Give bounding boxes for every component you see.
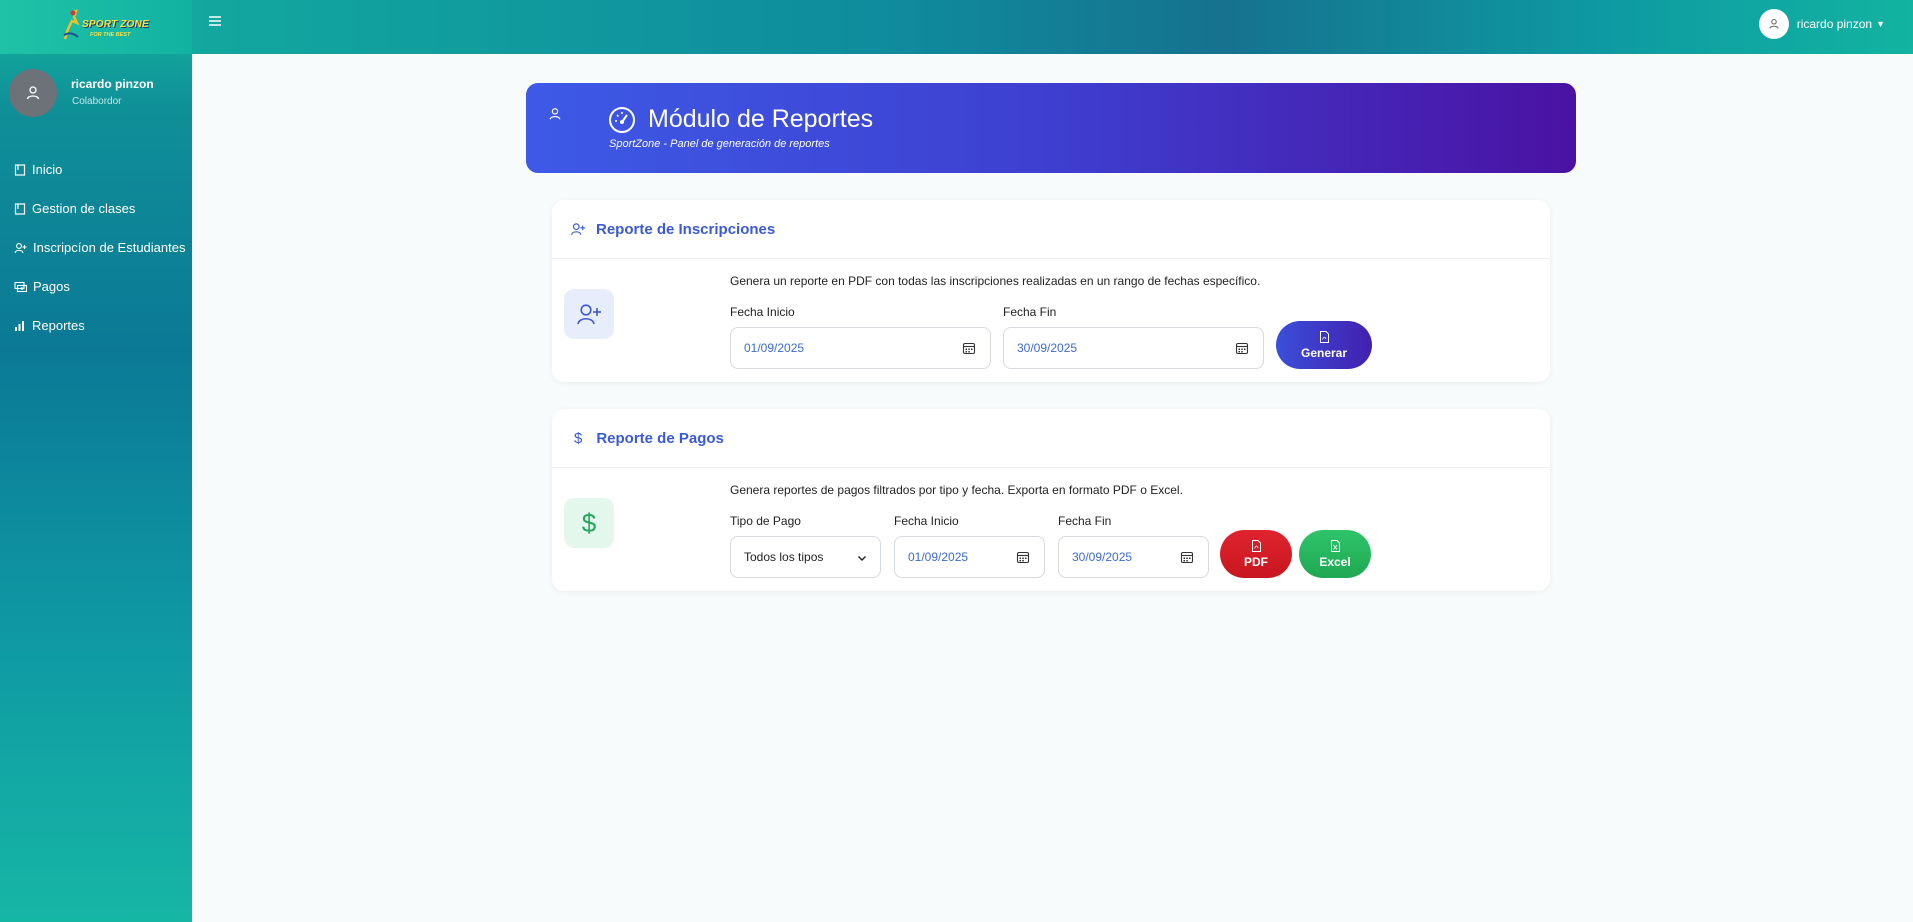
fecha-inicio-value: 01/09/2025 xyxy=(744,341,805,355)
fecha-inicio-value: 01/09/2025 xyxy=(908,550,969,564)
sidebar-item-reportes[interactable]: Reportes xyxy=(0,306,192,345)
sidebar-item-inicio[interactable]: Inicio xyxy=(0,150,192,189)
user-plus-icon xyxy=(571,223,585,236)
topbar-avatar xyxy=(1758,9,1789,39)
user-plus-icon xyxy=(577,304,601,325)
sidebar-user-name: ricardo pinzon xyxy=(71,77,154,91)
page-title: Módulo de Reportes xyxy=(648,105,874,133)
card-description: Genera reportes de pagos filtrados por t… xyxy=(730,483,1183,497)
logo-text: SPORT ZONE xyxy=(82,19,149,30)
tipo-pago-label: Tipo de Pago xyxy=(730,514,801,528)
sidebar-item-pagos[interactable]: Pagos xyxy=(0,267,192,306)
user-plus-icon xyxy=(14,242,27,253)
excel-button[interactable]: Excel xyxy=(1299,530,1371,578)
file-pdf-icon xyxy=(1319,330,1329,343)
file-excel-icon xyxy=(1330,539,1340,552)
user-icon xyxy=(1769,18,1779,29)
sidebar-item-label: Inscripcíon de Estudiantes xyxy=(33,240,186,255)
card-description: Genera un reporte en PDF con todas las i… xyxy=(730,274,1261,288)
sidebar-user-role: Colabordor xyxy=(72,96,122,107)
topbar: ricardo pinzon ▼ xyxy=(192,0,1913,54)
sidebar-item-label: Gestion de clases xyxy=(32,201,136,216)
fecha-inicio-label: Fecha Inicio xyxy=(894,514,959,528)
sidebar-item-label: Pagos xyxy=(33,279,70,294)
money-icon xyxy=(14,281,27,292)
book-icon xyxy=(14,163,26,176)
fecha-inicio-input[interactable]: 01/09/2025 xyxy=(894,536,1045,578)
tipo-pago-select[interactable]: Todos los tipos xyxy=(730,536,881,578)
sidebar-item-label: Reportes xyxy=(32,318,85,333)
fecha-fin-value: 30/09/2025 xyxy=(1072,550,1133,564)
generar-button-label: Generar xyxy=(1300,345,1348,360)
pagos-report-card: $ Reporte de Pagos $ Genera reportes de … xyxy=(552,409,1550,591)
user-icon xyxy=(26,86,40,100)
pdf-button-label: PDF xyxy=(1244,554,1268,569)
caret-down-icon: ▼ xyxy=(1876,19,1885,29)
fecha-inicio-input[interactable]: 01/09/2025 xyxy=(730,327,991,369)
fecha-fin-input[interactable]: 30/09/2025 xyxy=(1058,536,1209,578)
card-title: Reporte de Inscripciones xyxy=(596,220,776,238)
logo-tagline: FOR THE BEST xyxy=(90,32,131,38)
sportzone-logo[interactable]: SPORT ZONE FOR THE BEST xyxy=(60,5,149,49)
dollar-icon: $ xyxy=(574,429,583,447)
user-icon xyxy=(549,108,561,120)
chevron-down-icon xyxy=(858,556,866,561)
topbar-user-name: ricardo pinzon xyxy=(1796,17,1873,31)
calendar-icon[interactable] xyxy=(1016,550,1030,564)
tipo-pago-value: Todos los tipos xyxy=(744,550,824,564)
calendar-icon[interactable] xyxy=(1235,341,1249,355)
user-menu-button[interactable]: ricardo pinzon ▼ xyxy=(1758,9,1885,39)
calendar-icon[interactable] xyxy=(962,341,976,355)
inscripciones-report-card: Reporte de Inscripciones Genera un repor… xyxy=(552,200,1550,382)
sidebar: SPORT ZONE FOR THE BEST ricardo pinzon C… xyxy=(0,0,192,922)
fecha-fin-label: Fecha Fin xyxy=(1003,305,1057,319)
card-header: Reporte de Inscripciones xyxy=(552,200,1550,259)
file-pdf-icon xyxy=(1251,539,1261,552)
sidebar-item-inscripcion[interactable]: Inscripcíon de Estudiantes xyxy=(0,228,192,267)
book-icon xyxy=(14,202,26,215)
card-header: $ Reporte de Pagos xyxy=(552,409,1550,468)
menu-toggle-icon[interactable] xyxy=(208,14,222,28)
generar-button[interactable]: Generar xyxy=(1276,321,1372,369)
athlete-logo-icon xyxy=(63,9,80,40)
fecha-fin-input[interactable]: 30/09/2025 xyxy=(1003,327,1264,369)
page-subtitle: SportZone - Panel de generación de repor… xyxy=(609,138,830,150)
page-header-banner: Módulo de Reportes SportZone - Panel de … xyxy=(526,83,1576,173)
fecha-inicio-label: Fecha Inicio xyxy=(730,305,795,319)
logo-area[interactable]: SPORT ZONE FOR THE BEST xyxy=(0,0,192,54)
inscripciones-feature-icon xyxy=(564,289,614,339)
sidebar-avatar xyxy=(9,69,57,117)
sidebar-nav: Inicio Gestion de clases Inscripcíon de … xyxy=(0,150,192,345)
excel-button-label: Excel xyxy=(1319,554,1351,569)
bar-chart-icon xyxy=(15,320,24,331)
speedometer-icon xyxy=(609,107,635,133)
calendar-icon[interactable] xyxy=(1180,550,1194,564)
dollar-feature-icon: $ xyxy=(564,498,614,548)
card-title: Reporte de Pagos xyxy=(596,429,724,447)
sidebar-item-label: Inicio xyxy=(32,162,63,177)
pdf-button[interactable]: PDF xyxy=(1220,530,1292,578)
fecha-fin-label: Fecha Fin xyxy=(1058,514,1112,528)
sidebar-item-gestion-clases[interactable]: Gestion de clases xyxy=(0,189,192,228)
fecha-fin-value: 30/09/2025 xyxy=(1017,341,1078,355)
